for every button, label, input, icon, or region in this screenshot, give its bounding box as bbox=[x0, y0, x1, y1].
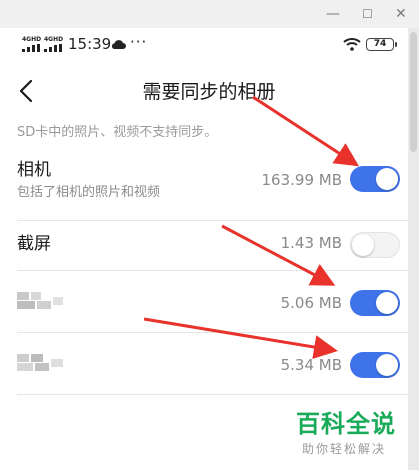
cloud-icon bbox=[111, 40, 126, 49]
album-row-blurred[interactable]: 5.34 MB bbox=[0, 332, 408, 394]
minimize-icon[interactable]: — bbox=[326, 6, 340, 22]
window-title-bar: — ☐ ✕ bbox=[0, 0, 419, 28]
divider bbox=[17, 394, 408, 395]
toggle-knob bbox=[376, 292, 398, 314]
status-bar: 4GHD 4GHD 15:39 ··· 74 bbox=[0, 28, 408, 62]
sync-toggle[interactable] bbox=[350, 232, 400, 258]
status-time: 15:39 bbox=[68, 35, 112, 53]
watermark-title: 百科全说 bbox=[296, 410, 396, 438]
close-icon[interactable]: ✕ bbox=[395, 6, 407, 22]
album-row-blurred[interactable]: 5.06 MB bbox=[0, 270, 408, 332]
signal-label: 4GHD bbox=[44, 36, 64, 43]
album-name: 相机 bbox=[17, 160, 51, 180]
album-size: 1.43 MB bbox=[280, 234, 342, 252]
sync-toggle[interactable] bbox=[350, 352, 400, 378]
cellular-signal-icon: 4GHD bbox=[22, 36, 44, 52]
page-header: 需要同步的相册 bbox=[0, 68, 408, 114]
album-name: 截屏 bbox=[17, 234, 51, 254]
more-notifications-icon: ··· bbox=[130, 33, 148, 51]
toggle-knob bbox=[376, 168, 398, 190]
signal-label: 4GHD bbox=[22, 36, 42, 43]
album-size: 5.06 MB bbox=[280, 294, 342, 312]
sync-toggle[interactable] bbox=[350, 290, 400, 316]
sync-toggle[interactable] bbox=[350, 166, 400, 192]
sd-card-note: SD卡中的照片、视频不支持同步。 bbox=[17, 125, 218, 140]
watermark-logo: 百科全说 助你轻松解决 bbox=[292, 410, 408, 470]
scrollbar[interactable] bbox=[408, 28, 419, 470]
toggle-knob bbox=[352, 234, 374, 256]
blurred-album-name bbox=[17, 292, 67, 310]
battery-icon: 74 bbox=[366, 38, 397, 51]
phone-screen: 4GHD 4GHD 15:39 ··· 74 需要同步的相册 SD卡中的照片、视… bbox=[0, 28, 408, 470]
watermark-subtitle: 助你轻松解决 bbox=[302, 442, 387, 456]
album-row-screenshots[interactable]: 截屏 1.43 MB bbox=[0, 220, 408, 270]
album-row-camera[interactable]: 相机 包括了相机的照片和视频 163.99 MB bbox=[0, 149, 408, 220]
toggle-knob bbox=[376, 354, 398, 376]
page-title: 需要同步的相册 bbox=[142, 81, 276, 103]
album-size: 5.34 MB bbox=[280, 356, 342, 374]
album-size: 163.99 MB bbox=[261, 171, 343, 189]
scroll-thumb[interactable] bbox=[410, 32, 417, 152]
wifi-icon bbox=[343, 38, 361, 51]
maximize-icon[interactable]: ☐ bbox=[362, 6, 373, 22]
cellular-signal-icon: 4GHD bbox=[44, 36, 66, 52]
blurred-album-name bbox=[17, 354, 67, 372]
album-subtitle: 包括了相机的照片和视频 bbox=[17, 185, 161, 200]
